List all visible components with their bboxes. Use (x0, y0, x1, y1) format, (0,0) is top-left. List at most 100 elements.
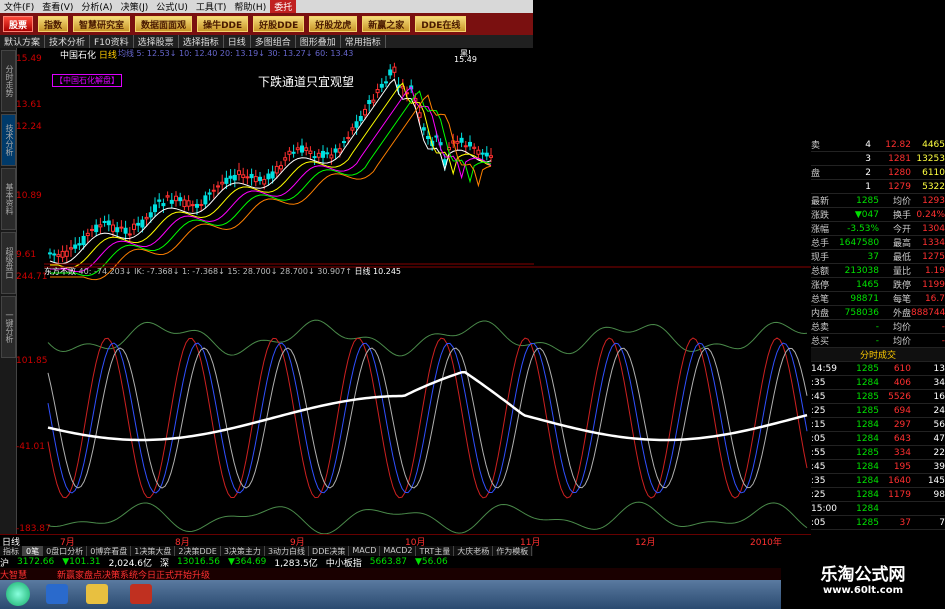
menu-trade[interactable]: 委托 (270, 0, 297, 13)
tab-default-scheme[interactable]: 默认方案 (0, 35, 46, 48)
menu-help[interactable]: 帮助(H) (230, 0, 270, 13)
toolbar-stock-button[interactable]: 股票 (3, 16, 34, 32)
tick-price: 1285 (856, 391, 879, 402)
stat-value: 1334 (922, 237, 945, 248)
toolbar-research-button[interactable]: 智慧研究室 (73, 16, 131, 32)
indicator-tab[interactable]: 0博弈看盘 (87, 546, 132, 556)
toolbar-home-button[interactable]: 新赢之家 (362, 16, 411, 32)
toolbar-dde-bull-button[interactable]: 操牛DDE (197, 16, 249, 32)
indicator-tab[interactable]: TRT主量 (416, 546, 455, 556)
date-label: 2010年 (750, 538, 782, 548)
tab-select-indicator[interactable]: 选择指标 (179, 35, 224, 48)
toolbar-dragon-button[interactable]: 好股龙虎 (309, 16, 358, 32)
quote-panel: 卖 4 12.82 4465 3 1281 13253 盘 2 1280 6110 1 1279 5322… (811, 138, 945, 530)
index-status-bar: 沪 3172.66 ▼101.31 2,024.6亿 深 13016.56 ▼3… (0, 556, 811, 569)
app-icon[interactable] (130, 584, 152, 604)
indicator-tab[interactable]: DDE决策 (309, 546, 350, 556)
ask-price: 1279 (888, 181, 911, 192)
chart-canvas[interactable]: 15.49 (44, 48, 811, 534)
sme-change: ▼56.06 (415, 557, 448, 567)
price-tick: 12.24 (16, 122, 42, 132)
vtab-super-book[interactable]: 超级盘口 (1, 232, 16, 294)
menu-analysis[interactable]: 分析(A) (77, 0, 116, 13)
menu-file[interactable]: 文件(F) (0, 0, 38, 13)
price-tick: 9.61 (16, 250, 37, 260)
candle-body (232, 174, 237, 181)
ticks-title[interactable]: 分时成交 (811, 348, 945, 362)
tick-volume: 37 (899, 517, 911, 528)
indicator-tab[interactable]: 作为模板 (493, 546, 533, 556)
candle-body (329, 154, 334, 159)
tab-technical[interactable]: 技术分析 (45, 35, 91, 48)
candle-body (157, 199, 162, 202)
toolbar-dde-online-button[interactable]: DDE在线 (415, 16, 467, 32)
candle-body (468, 141, 472, 147)
stat-value: 888744 (911, 307, 945, 318)
indicator-tab[interactable]: MACD2 (380, 546, 417, 556)
indicator-tab[interactable]: 0盘口分析 (43, 546, 88, 556)
toolbar-dde-good-button[interactable]: 好股DDE (253, 16, 305, 32)
indicator-tab[interactable]: 0笔 (23, 546, 44, 556)
order-book-row[interactable]: 3 1281 13253 (811, 152, 945, 166)
order-book-row[interactable]: 盘 2 1280 6110 (811, 166, 945, 180)
tab-daily[interactable]: 日线 (224, 35, 251, 48)
candle-body (228, 175, 233, 179)
quote-stat-row: 总买 - 均价 - (811, 334, 945, 348)
vtab-fundamentals[interactable]: 基本资料 (1, 168, 16, 230)
browser-icon[interactable] (46, 584, 68, 604)
candle-body (119, 226, 124, 229)
indicator-tab[interactable]: 1决策大盘 (131, 546, 176, 556)
folder-icon[interactable] (86, 584, 108, 604)
quote-stat-row: 涨停 1465 跌停 1199 (811, 278, 945, 292)
stat-key: 今开 (892, 225, 911, 235)
order-book-row[interactable]: 卖 4 12.82 4465 (811, 138, 945, 152)
candle-body (211, 189, 216, 192)
tick-row: :45 1285 5526 16 (811, 390, 945, 404)
tick-list: 14:59 1285 610 13:35 1284 406 34:45 1285 5526 16:… (811, 362, 945, 530)
indicator-tab[interactable]: 2决策DDE (175, 546, 221, 556)
tick-time: :15 (811, 419, 826, 430)
toolbar-index-button[interactable]: 指数 (38, 16, 69, 32)
news-ticker[interactable]: 大智慧 新赢家盘点决策系统今日正式开始升级 (0, 568, 811, 581)
menu-tools[interactable]: 工具(T) (192, 0, 231, 13)
tick-time: :05 (811, 517, 826, 528)
indicator-tab[interactable]: 大庆老杨 (454, 546, 494, 556)
vtab-one-key[interactable]: 一键分析 (1, 296, 16, 358)
order-book-row[interactable]: 1 1279 5322 (811, 180, 945, 194)
tab-multi-chart[interactable]: 多图组合 (251, 35, 296, 48)
tab-select-stock[interactable]: 选择股票 (134, 35, 179, 48)
vtab-intraday[interactable]: 分时走势 (1, 50, 16, 112)
tab-overlay[interactable]: 图形叠加 (296, 35, 341, 48)
tab-f10[interactable]: F10资料 (90, 35, 134, 48)
tick-volume: 334 (893, 447, 911, 458)
sme-index: 5663.87 (369, 557, 407, 567)
brand-tag[interactable]: 【中国石化解盘】 (52, 74, 122, 87)
stat-key: 涨跌 (811, 211, 830, 221)
indicator-tab[interactable]: 3决策主力 (221, 546, 265, 556)
oscillator-series (47, 319, 808, 534)
candle-body (216, 185, 220, 188)
candle-body (52, 253, 57, 256)
stat-value: - (875, 321, 879, 332)
start-button-icon[interactable] (6, 582, 30, 606)
stat-value: 1275 (922, 251, 945, 262)
indicator-tab[interactable]: 3动力白线 (265, 546, 310, 556)
menu-decision[interactable]: 决策(J) (117, 0, 153, 13)
stat-key: 总额 (811, 267, 830, 277)
candle-body (417, 112, 422, 118)
indicator-tab[interactable]: 指标 (0, 546, 23, 556)
sh-change: ▼101.31 (62, 557, 101, 567)
indicator-name[interactable]: 东方不败 (44, 267, 76, 276)
tick-row: :05 1285 37 7 (811, 516, 945, 530)
menu-view[interactable]: 查看(V) (38, 0, 77, 13)
tick-price: 1284 (856, 461, 879, 472)
vtab-technical[interactable]: 技术分析 (1, 114, 16, 166)
indicator-tab[interactable]: MACD (349, 546, 381, 556)
tick-row: :35 1284 406 34 (811, 376, 945, 390)
tick-row: :25 1284 1179 98 (811, 488, 945, 502)
tab-common-indicators[interactable]: 常用指标 (341, 35, 386, 48)
news-text[interactable]: 新赢家盘点决策系统今日正式开始升级 (57, 568, 210, 581)
stat-value: 758036 (844, 307, 879, 318)
menu-formula[interactable]: 公式(U) (152, 0, 192, 13)
toolbar-data-button[interactable]: 数据面面观 (135, 16, 193, 32)
